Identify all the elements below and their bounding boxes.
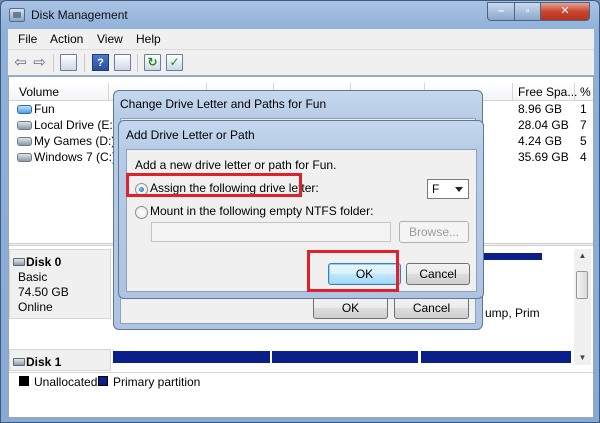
mount-folder-radio[interactable] <box>135 206 148 219</box>
legend-unallocated: Unallocated <box>34 375 98 389</box>
menu-bar: File Action View Help <box>8 29 594 49</box>
volume-percent-free: 7 <box>580 118 587 132</box>
volume-percent-free: 4 <box>580 150 587 164</box>
forward-arrow-icon[interactable]: ⇨ <box>31 54 48 71</box>
partition-info[interactable]: ump, Prim <box>485 306 540 320</box>
window-title: Disk Management <box>31 8 128 22</box>
toolbar-separator <box>53 54 54 72</box>
column-divider <box>574 83 575 101</box>
browse-button[interactable]: Browse... <box>399 221 469 243</box>
column-volume[interactable]: Volume <box>19 85 59 99</box>
assign-letter-label[interactable]: Assign the following drive letter: <box>150 181 319 195</box>
disk-name: Disk 1 <box>26 355 62 369</box>
add-drive-letter-dialog: Add Drive Letter or Path Add a new drive… <box>118 120 484 299</box>
menu-help[interactable]: Help <box>136 32 161 46</box>
unallocated-swatch <box>19 376 29 386</box>
volume-name: Fun <box>34 102 55 116</box>
legend: Unallocated Primary partition <box>9 372 593 389</box>
ntfs-folder-path-field[interactable] <box>151 222 391 242</box>
column-percent-free[interactable]: % <box>580 85 591 99</box>
disk-size: 74.50 GB <box>18 285 69 299</box>
assign-letter-radio[interactable] <box>135 183 148 196</box>
drive-letter-dropdown[interactable]: F <box>427 179 469 199</box>
ok-button[interactable]: OK <box>328 263 401 285</box>
volume-free-space: 28.04 GB <box>518 118 569 132</box>
legend-primary-partition: Primary partition <box>113 375 201 389</box>
disk-management-icon <box>9 8 25 22</box>
disk-1-label[interactable]: Disk 1 <box>9 349 111 371</box>
column-divider <box>512 83 513 101</box>
disk-0-label[interactable]: Disk 0 Basic 74.50 GB Online <box>9 249 111 319</box>
volume-icon <box>17 105 32 114</box>
mount-folder-label[interactable]: Mount in the following empty NTFS folder… <box>150 204 373 218</box>
close-button[interactable]: ✕ <box>540 2 590 21</box>
volume-icon <box>17 137 32 146</box>
scroll-down-icon[interactable]: ▼ <box>574 351 591 365</box>
back-arrow-icon[interactable]: ⇦ <box>12 54 29 71</box>
cancel-button[interactable]: Cancel <box>394 297 469 319</box>
disk-icon <box>13 258 25 266</box>
scrollbar-thumb[interactable] <box>576 271 588 299</box>
dialog-title: Add Drive Letter or Path <box>126 128 255 142</box>
drive-letter-value: F <box>432 182 440 196</box>
dialog-description: Add a new drive letter or path for Fun. <box>135 158 337 172</box>
partition-bar[interactable] <box>421 351 571 363</box>
menu-view[interactable]: View <box>97 32 123 46</box>
refresh-icon[interactable]: ↻ <box>144 54 161 71</box>
toolbar-separator <box>84 54 85 72</box>
partition-bar[interactable] <box>484 253 542 260</box>
scroll-up-icon[interactable]: ▲ <box>574 249 591 263</box>
menu-action[interactable]: Action <box>50 32 83 46</box>
export-icon[interactable]: ✓ <box>166 54 183 71</box>
volume-free-space: 8.96 GB <box>518 102 563 116</box>
title-bar[interactable]: Disk Management – ▫ ✕ <box>1 1 599 29</box>
toolbar-separator <box>137 54 138 72</box>
column-divider <box>108 83 109 101</box>
volume-free-space: 35.69 GB <box>518 150 569 164</box>
partition-bar[interactable] <box>272 351 418 363</box>
volume-icon <box>17 121 32 130</box>
help-icon[interactable]: ? <box>92 54 109 71</box>
dialog-title: Change Drive Letter and Paths for Fun <box>120 97 327 111</box>
partition-bar[interactable] <box>113 351 270 363</box>
volume-icon <box>17 153 32 162</box>
toolbar: ⇦ ⇨ ? ↻ ✓ <box>8 49 594 75</box>
primary-partition-swatch <box>98 376 108 386</box>
column-free-space[interactable]: Free Spa... <box>518 85 577 99</box>
menu-file[interactable]: File <box>18 32 37 46</box>
disk-name: Disk 0 <box>26 255 62 269</box>
volume-name: Local Drive (E:) <box>34 118 117 132</box>
volume-percent-free: 5 <box>580 134 587 148</box>
volume-name: My Games (D:) <box>34 134 116 148</box>
disk-pane-scrollbar[interactable]: ▲ ▼ <box>574 249 591 365</box>
dialog-body: Add a new drive letter or path for Fun. … <box>126 149 477 292</box>
volume-percent-free: 1 <box>580 102 587 116</box>
volume-name: Windows 7 (C:) <box>34 150 117 164</box>
disk-type: Basic <box>18 270 48 284</box>
cancel-button[interactable]: Cancel <box>406 263 470 285</box>
ok-button[interactable]: OK <box>313 297 388 319</box>
volume-free-space: 4.24 GB <box>518 134 563 148</box>
chevron-down-icon <box>455 187 463 192</box>
minimize-button[interactable]: – <box>487 2 515 21</box>
disk-icon <box>13 358 25 366</box>
maximize-button[interactable]: ▫ <box>514 2 541 21</box>
properties-icon[interactable] <box>114 54 131 71</box>
console-tree-icon[interactable] <box>60 54 77 71</box>
disk-status: Online <box>18 300 53 314</box>
